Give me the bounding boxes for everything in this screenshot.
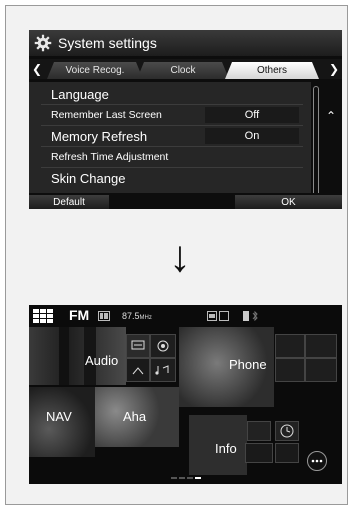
frequency-unit: MHz <box>139 315 152 321</box>
podcast-icon[interactable] <box>126 334 150 358</box>
row-label: Skin Change <box>51 170 126 186</box>
scroll-area: ⌃ ⌄ <box>311 82 342 209</box>
tab-clock[interactable]: Clock <box>137 62 229 79</box>
settings-title: System settings <box>58 35 157 51</box>
music-icon[interactable] <box>150 358 176 382</box>
list-item-skin-change[interactable]: Skin Change <box>29 168 311 188</box>
default-button[interactable]: Default <box>29 195 109 209</box>
settings-button-bar: Default OK <box>29 193 342 209</box>
ok-button[interactable]: OK <box>235 195 342 209</box>
redial-icon[interactable] <box>275 358 305 382</box>
tile-label: Audio <box>85 353 119 368</box>
history-icon[interactable] <box>275 334 305 358</box>
more-icon[interactable] <box>307 451 327 471</box>
page-dot <box>187 477 193 479</box>
tab-label: Voice Recog. <box>65 65 125 76</box>
settings-tab-bar: ❮ Voice Recog. Clock Others ❯ <box>29 59 342 79</box>
list-item-memory-refresh[interactable]: Memory Refresh On <box>29 126 311 146</box>
audio-art <box>59 327 69 385</box>
tab-others[interactable]: Others <box>225 62 319 79</box>
tile-label: Info <box>215 441 237 456</box>
row-label: Memory Refresh <box>51 128 148 144</box>
chevron-right-icon[interactable]: ❯ <box>326 59 342 79</box>
home-screen: FM 87.5MHz Audio Phone NAV Aha Info <box>29 305 342 484</box>
tab-label: Others <box>256 65 287 76</box>
ok-button-label: OK <box>281 196 296 208</box>
link-icon[interactable] <box>245 443 273 463</box>
tile-phone[interactable]: Phone <box>179 327 274 407</box>
contacts-icon[interactable] <box>305 334 337 358</box>
settings-list: Language Remember Last Screen Off Memory… <box>29 82 311 209</box>
row-label: Refresh Time Adjustment <box>51 151 169 163</box>
frequency-readout: 87.5MHz <box>122 311 152 321</box>
bluetooth-icon <box>252 311 258 321</box>
default-button-label: Default <box>53 196 85 208</box>
status-bar: FM 87.5MHz <box>29 305 342 327</box>
list-item-language[interactable]: Language <box>29 84 311 104</box>
row-value: Off <box>205 107 299 123</box>
schedule-icon[interactable] <box>275 443 299 463</box>
row-label: Remember Last Screen <box>51 109 162 121</box>
apps-grid-icon[interactable] <box>33 309 53 323</box>
page-dot <box>195 477 201 479</box>
tile-label: NAV <box>46 409 72 424</box>
radio-source-icon <box>98 311 110 321</box>
frequency-value: 87.5 <box>122 311 140 321</box>
system-settings-screen: System settings ❮ Voice Recog. Clock Oth… <box>29 30 342 209</box>
row-value: On <box>205 128 299 144</box>
tile-nav[interactable]: NAV <box>29 387 95 457</box>
tile-info[interactable]: Info <box>189 415 247 475</box>
list-item-refresh-time-adjustment[interactable]: Refresh Time Adjustment <box>29 147 311 167</box>
row-label: Language <box>51 86 109 102</box>
page-indicator <box>171 477 201 479</box>
call-icon[interactable] <box>305 358 337 382</box>
wireless-icon[interactable] <box>126 358 150 382</box>
list-item-remember-last-screen[interactable]: Remember Last Screen Off <box>29 105 311 125</box>
radio-wave-icon[interactable] <box>150 334 176 358</box>
media-icon <box>207 311 229 321</box>
band-label: FM <box>69 307 90 323</box>
scrollbar[interactable] <box>313 86 319 206</box>
tile-aha[interactable]: Aha <box>95 387 179 447</box>
tile-audio[interactable]: Audio <box>29 327 126 385</box>
tab-label: Clock <box>170 65 196 76</box>
tile-label: Phone <box>229 357 267 372</box>
page-dot <box>171 477 177 479</box>
info-messages-icon[interactable] <box>247 421 271 441</box>
gear-icon <box>34 34 52 52</box>
tile-label: Aha <box>123 409 147 424</box>
tab-voice-recog[interactable]: Voice Recog. <box>47 62 143 79</box>
signal-icon <box>243 311 249 321</box>
settings-title-bar: System settings <box>29 30 342 56</box>
double-chevron-up-icon[interactable]: ⌃ <box>323 108 339 124</box>
chevron-left-icon[interactable]: ❮ <box>29 59 45 79</box>
transition-arrow: ↓ <box>169 232 191 281</box>
clock-icon[interactable] <box>275 421 299 441</box>
page-dot <box>179 477 185 479</box>
